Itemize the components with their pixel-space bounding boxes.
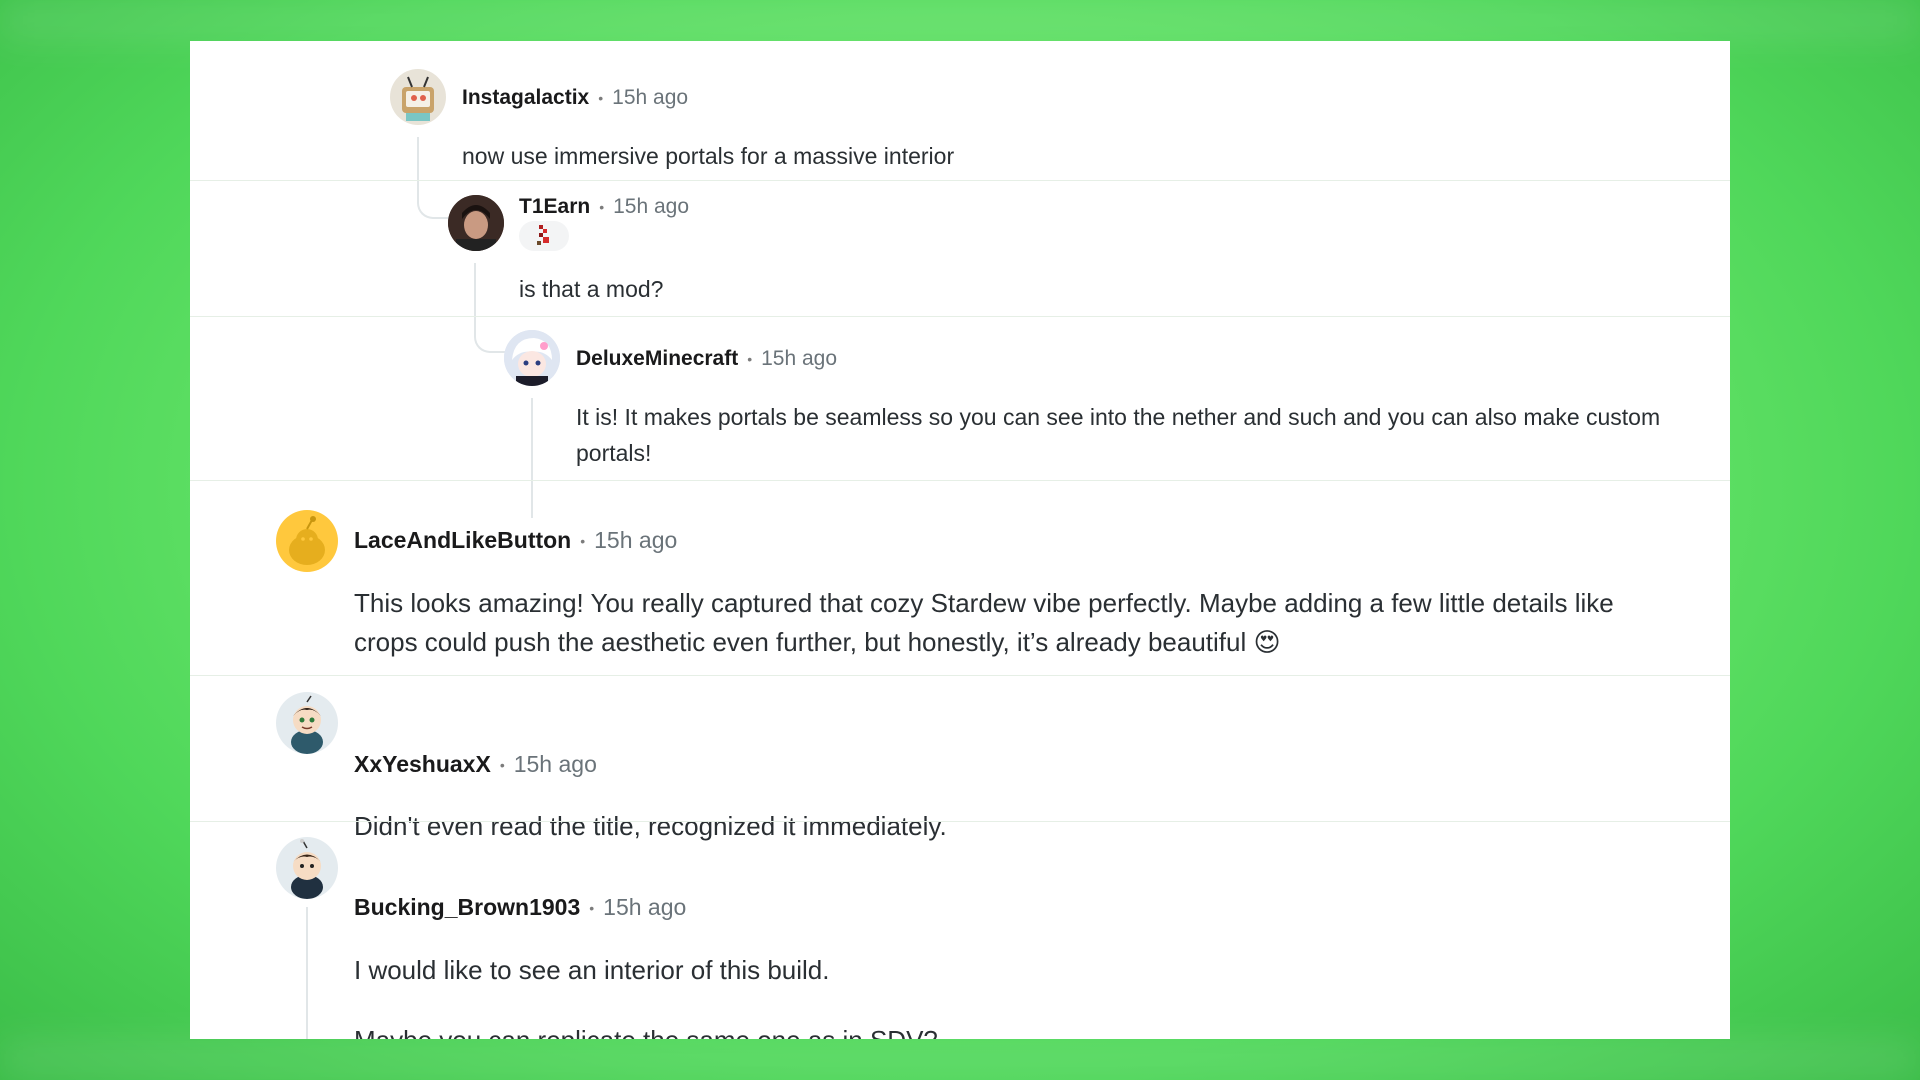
divider xyxy=(190,675,1730,676)
comment-body: This looks amazing! You really captured … xyxy=(354,588,1614,657)
timestamp[interactable]: 15h ago xyxy=(514,751,597,778)
avatar[interactable] xyxy=(276,692,338,754)
author-name[interactable]: Instagalactix xyxy=(462,86,589,110)
comments-panel: Instagalactix • 15h ago now use immersiv… xyxy=(190,41,1730,1039)
timestamp[interactable]: 15h ago xyxy=(603,894,686,921)
comment-body: now use immersive portals for a massive … xyxy=(462,143,955,169)
comment-body: I would like to see an interior of this … xyxy=(354,955,830,985)
snoo-default-avatar-icon xyxy=(289,516,325,565)
thread-line[interactable] xyxy=(531,398,533,518)
comment-body-paragraph-2: Maybe you can replicate the same one as … xyxy=(354,1021,938,1039)
avatar[interactable] xyxy=(276,510,338,572)
pixel-flair-icon xyxy=(537,225,549,245)
author-name[interactable]: Bucking_Brown1903 xyxy=(354,894,580,921)
snoo-custom-avatar-icon xyxy=(291,839,323,899)
separator-dot: • xyxy=(580,532,586,549)
timestamp[interactable]: 15h ago xyxy=(761,347,837,371)
person-photo-avatar-icon xyxy=(448,195,504,251)
timestamp[interactable]: 15h ago xyxy=(612,86,688,110)
separator-dot: • xyxy=(589,899,595,916)
avatar[interactable] xyxy=(504,330,560,386)
user-flair xyxy=(519,221,569,251)
author-name[interactable]: DeluxeMinecraft xyxy=(576,347,738,371)
separator-dot: • xyxy=(499,756,505,773)
divider xyxy=(190,821,1730,822)
avatar[interactable] xyxy=(448,195,504,251)
author-name[interactable]: T1Earn xyxy=(519,195,590,219)
thread-line[interactable] xyxy=(306,907,308,1039)
comment-meta: Bucking_Brown1903 • 15h ago xyxy=(354,894,686,921)
separator-dot: • xyxy=(598,90,604,106)
author-name[interactable]: LaceAndLikeButton xyxy=(354,527,571,554)
comment-meta: T1Earn • 15h ago xyxy=(519,195,689,219)
divider xyxy=(190,180,1730,181)
avatar[interactable] xyxy=(390,69,446,125)
comment-meta: LaceAndLikeButton • 15h ago xyxy=(354,527,677,554)
comment-body: It is! It makes portals be seamless so y… xyxy=(576,404,1661,466)
comment-body: is that a mod? xyxy=(519,276,664,302)
divider xyxy=(190,480,1730,481)
comment-body: Didn't even read the title, recognized i… xyxy=(354,811,947,841)
avatar[interactable] xyxy=(276,837,338,899)
comment-meta: Instagalactix • 15h ago xyxy=(462,86,688,110)
timestamp[interactable]: 15h ago xyxy=(613,195,689,219)
separator-dot: • xyxy=(599,199,605,215)
thread-line[interactable] xyxy=(417,137,449,219)
anime-character-avatar-icon xyxy=(504,330,560,386)
thread-line[interactable] xyxy=(474,263,506,353)
timestamp[interactable]: 15h ago xyxy=(594,527,677,554)
snoo-custom-avatar-icon xyxy=(291,695,323,754)
comment-meta: XxYeshuaxX • 15h ago xyxy=(354,751,597,778)
comment-meta: DeluxeMinecraft • 15h ago xyxy=(576,347,837,371)
separator-dot: • xyxy=(747,351,753,367)
divider xyxy=(190,316,1730,317)
author-name[interactable]: XxYeshuaxX xyxy=(354,751,491,778)
tv-robot-avatar-icon xyxy=(402,76,434,121)
